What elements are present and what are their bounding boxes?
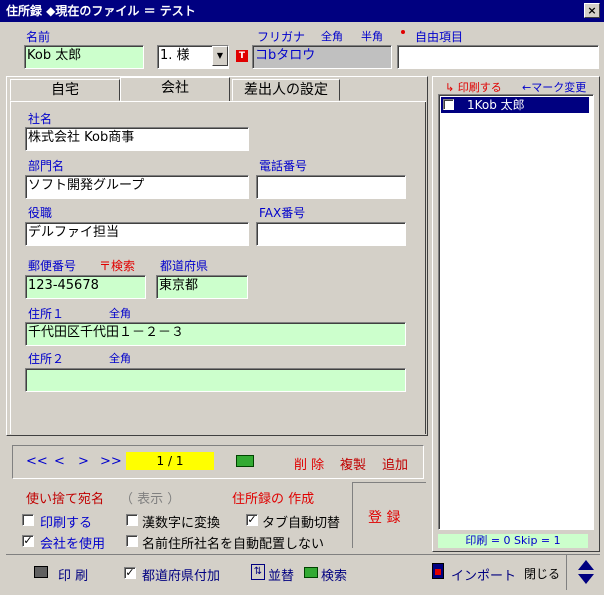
use-company-label: 会社を使用 [40,537,106,552]
addr2-field[interactable] [25,368,406,392]
tab-home[interactable]: 自宅 [10,79,120,101]
furigana-convert-icon[interactable]: T [236,50,248,62]
first-record-button[interactable]: << [26,454,48,469]
company-name-field[interactable]: 株式会社 Kob商事 [25,127,249,151]
import-icon [432,563,444,579]
no-auto-place-checkbox[interactable] [126,535,138,547]
name-label: 名前 [26,30,51,44]
job-title-field[interactable]: デルファイ担当 [25,222,249,246]
use-company-checkbox[interactable]: ✓ [22,535,34,547]
list-print-label: ↳ 印刷する [445,79,502,95]
addr2-label: 住所２ [28,352,65,366]
tab-auto-checkbox[interactable]: ✓ [246,514,258,526]
scroll-down-icon[interactable] [578,574,594,584]
addr1-field[interactable]: 千代田区千代田１－２－３ [25,322,406,346]
addr1-label: 住所１ [28,307,65,321]
furigana-label: フリガナ [257,30,306,44]
tab-edge [10,101,120,102]
printer-icon [34,566,48,578]
addr1-zenkaku: 全角 [109,307,131,320]
addr2-zenkaku: 全角 [109,352,131,365]
phone-label: 電話番号 [259,159,308,173]
furigana-field[interactable]: コbタロウ [252,45,392,69]
kanji-checkbox-label: 漢数字に変換 [142,516,221,531]
scroll-up-icon[interactable] [578,560,594,570]
close-button[interactable]: × [584,3,600,18]
honorific-value: 1. 様 [160,48,190,63]
display-link[interactable]: （ 表示 ） [120,488,180,507]
create-addressbook-label: 住所録の 作成 [232,492,315,507]
job-title-label: 役職 [28,206,53,220]
furigana-hankaku: 半角 [361,30,383,43]
pref-attach-checkbox[interactable]: ✓ [124,567,136,579]
tab-auto-checkbox-label: タブ自動切替 [262,516,341,531]
fax-field[interactable] [256,222,406,246]
chevron-down-icon[interactable]: ▼ [212,46,228,66]
kanji-checkbox[interactable] [126,514,138,526]
window-title: 住所録 ◆現在のファイル ＝ テスト [6,4,196,18]
delete-button[interactable]: 削 除 [294,454,324,473]
zip-label: 郵便番号 [28,259,77,273]
no-auto-place-label: 名前住所社名を自動配置しない [142,537,325,552]
close-window-button[interactable]: 閉じる [524,565,560,582]
free-item-field[interactable] [397,45,599,69]
tab-sender-settings[interactable]: 差出人の設定 [232,79,340,101]
disposable-label: 使い捨て宛名 [26,492,105,507]
phone-field[interactable] [256,175,406,199]
page-indicator: 1 / 1 [126,452,214,470]
register-button[interactable]: 登 録 [368,507,400,527]
print-button[interactable]: 印 刷 [58,565,88,584]
company-name-label: 社名 [28,112,53,126]
fax-label: FAX番号 [259,206,306,220]
pref-field[interactable]: 東京都 [156,275,248,299]
list-item-label: 1Kob 太郎 [467,98,525,112]
free-item-label: 自由項目 [415,30,464,44]
zip-field[interactable]: 123-45678 [25,275,146,299]
title-bar: 住所録 ◆現在のファイル ＝ テスト [0,0,604,22]
zip-search-link[interactable]: 〒検索 [99,257,135,274]
mark-change-link[interactable]: ←マーク変更 [522,79,586,95]
import-button[interactable]: インポート [451,565,516,584]
last-record-button[interactable]: >> [100,454,122,469]
bullet-icon [401,30,405,34]
dept-label: 部門名 [28,159,65,173]
name-field[interactable]: Kob 太郎 [24,45,144,69]
toolbar-divider [566,554,567,590]
list-item-checkbox[interactable] [443,99,454,110]
binoculars-icon [304,567,318,578]
pref-label: 都道府県 [160,259,209,273]
list-item[interactable]: 1Kob 太郎 [441,97,589,113]
address-list[interactable]: 1Kob 太郎 [438,94,594,530]
list-status: 印刷 = 0 Skip = 1 [438,534,588,548]
sort-button[interactable]: 並替 [268,565,294,584]
pref-attach-label: 都道府県付加 [142,569,221,584]
folder-icon[interactable] [236,455,254,467]
list-print-text: 印刷する [457,81,502,94]
arrow-icon: ↳ [445,81,458,94]
tab-company[interactable]: 会社 [120,77,230,101]
import-arrow-icon [435,569,441,575]
sort-icon: ⇅ [251,564,265,580]
add-button[interactable]: 追加 [382,454,408,473]
search-button[interactable]: 検索 [321,565,347,584]
next-record-button[interactable]: > [78,454,89,469]
dept-field[interactable]: ソフト開発グループ [25,175,249,199]
honorific-select[interactable]: 1. 様 ▼ [157,45,229,69]
furigana-zenkaku: 全角 [321,30,343,43]
copy-button[interactable]: 複製 [340,454,366,473]
print-checkbox[interactable] [22,514,34,526]
print-checkbox-label: 印刷する [40,516,93,531]
tab-edge-right [232,101,426,102]
prev-record-button[interactable]: < [54,454,65,469]
